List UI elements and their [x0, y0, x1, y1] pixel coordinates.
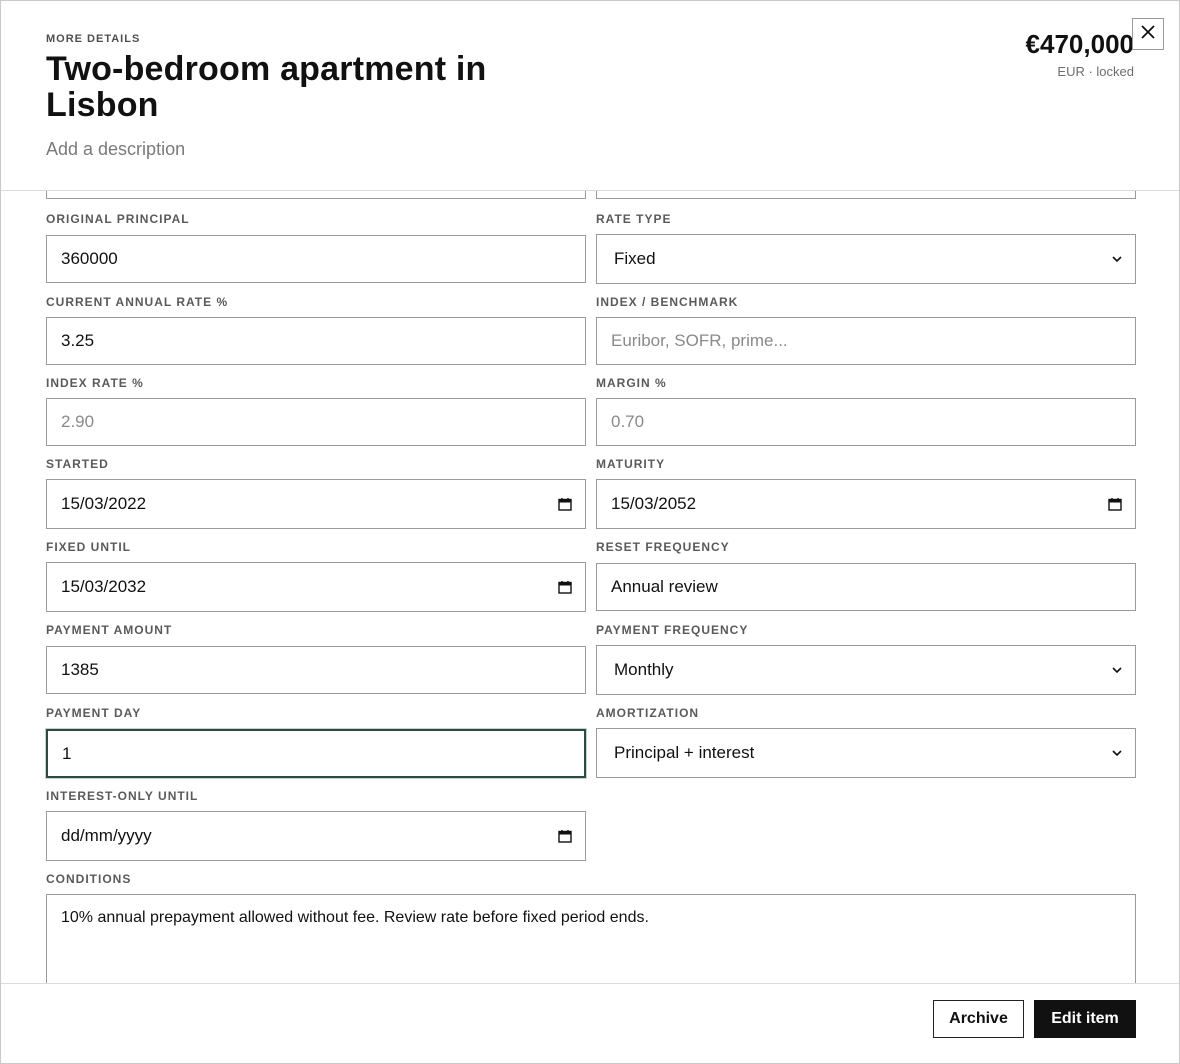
scrolled-field-right[interactable]: [596, 191, 1136, 199]
interest-only-until-date-input[interactable]: dd/mm/yyyy: [46, 811, 586, 861]
chevron-down-icon: [1111, 664, 1123, 676]
payment-day-label: PAYMENT DAY: [46, 706, 142, 720]
maturity-date-input[interactable]: 15/03/2052: [596, 479, 1136, 529]
rate-type-select[interactable]: Fixed: [596, 234, 1136, 284]
margin-placeholder: 0.70: [611, 412, 645, 431]
payment-day-value: 1: [62, 743, 72, 763]
index-rate-label: INDEX RATE %: [46, 376, 144, 390]
index-benchmark-label: INDEX / BENCHMARK: [596, 295, 739, 309]
fixed-until-date-input[interactable]: 15/03/2032: [46, 562, 586, 612]
payment-amount-input[interactable]: 1385: [46, 646, 586, 694]
form-scroll-area[interactable]: ORIGINAL PRINCIPAL 360000 RATE TYPE Fixe…: [1, 191, 1179, 983]
maturity-label: MATURITY: [596, 457, 666, 471]
payment-amount-value: 1385: [61, 660, 99, 679]
rate-type-value: Fixed: [614, 249, 656, 268]
calendar-icon[interactable]: [557, 496, 573, 512]
fixed-until-label: FIXED UNTIL: [46, 540, 131, 554]
fixed-until-value: 15/03/2032: [61, 577, 147, 596]
calendar-icon[interactable]: [557, 828, 573, 844]
calendar-icon[interactable]: [557, 579, 573, 595]
calendar-icon[interactable]: [1107, 496, 1123, 512]
amortization-select[interactable]: Principal + interest: [596, 728, 1136, 778]
index-benchmark-input[interactable]: Euribor, SOFR, prime...: [596, 317, 1136, 365]
chevron-down-icon: [1111, 747, 1123, 759]
reset-frequency-value: Annual review: [611, 577, 718, 596]
interest-only-until-placeholder: dd/mm/yyyy: [61, 826, 152, 845]
payment-frequency-label: PAYMENT FREQUENCY: [596, 623, 749, 637]
price-currency-status: EUR · locked: [1057, 64, 1134, 79]
rate-type-label: RATE TYPE: [596, 212, 672, 226]
conditions-value: 10% annual prepayment allowed without fe…: [61, 909, 649, 926]
started-label: STARTED: [46, 457, 109, 471]
payment-amount-label: PAYMENT AMOUNT: [46, 623, 173, 637]
close-icon: [1141, 24, 1155, 44]
margin-input[interactable]: 0.70: [596, 398, 1136, 446]
started-value: 15/03/2022: [61, 494, 147, 513]
close-button[interactable]: [1132, 18, 1164, 50]
interest-only-until-label: INTEREST-ONLY UNTIL: [46, 789, 199, 803]
item-details-modal: MORE DETAILS Two-bedroom apartment in Li…: [0, 0, 1180, 1064]
current-annual-rate-label: CURRENT ANNUAL RATE %: [46, 295, 229, 309]
original-principal-label: ORIGINAL PRINCIPAL: [46, 212, 190, 226]
archive-button[interactable]: Archive: [933, 1000, 1024, 1038]
eyebrow-label: MORE DETAILS: [46, 33, 141, 45]
payment-frequency-value: Monthly: [614, 660, 674, 679]
conditions-label: CONDITIONS: [46, 872, 132, 886]
modal-footer: Archive Edit item: [1, 983, 1179, 1063]
payment-frequency-select[interactable]: Monthly: [596, 645, 1136, 695]
scrolled-field-left[interactable]: [46, 191, 586, 199]
payment-day-input[interactable]: 1: [46, 729, 586, 778]
description-field[interactable]: Add a description: [46, 139, 185, 160]
edit-item-button[interactable]: Edit item: [1034, 1000, 1136, 1038]
index-benchmark-placeholder: Euribor, SOFR, prime...: [611, 331, 788, 350]
price-value: €470,000: [1025, 29, 1134, 59]
amortization-label: AMORTIZATION: [596, 706, 700, 720]
index-rate-placeholder: 2.90: [61, 412, 95, 431]
maturity-value: 15/03/2052: [611, 494, 697, 513]
started-date-input[interactable]: 15/03/2022: [46, 479, 586, 529]
current-annual-rate-input[interactable]: 3.25: [46, 317, 586, 365]
conditions-textarea[interactable]: 10% annual prepayment allowed without fe…: [46, 894, 1136, 983]
chevron-down-icon: [1111, 253, 1123, 265]
current-annual-rate-value: 3.25: [61, 331, 95, 350]
margin-label: MARGIN %: [596, 376, 667, 390]
amortization-value: Principal + interest: [614, 743, 755, 762]
original-principal-value: 360000: [61, 249, 118, 268]
index-rate-input[interactable]: 2.90: [46, 398, 586, 446]
reset-frequency-label: RESET FREQUENCY: [596, 540, 730, 554]
modal-header: MORE DETAILS Two-bedroom apartment in Li…: [1, 1, 1179, 191]
reset-frequency-input[interactable]: Annual review: [596, 563, 1136, 611]
original-principal-input[interactable]: 360000: [46, 235, 586, 283]
page-title[interactable]: Two-bedroom apartment in Lisbon: [46, 51, 566, 123]
